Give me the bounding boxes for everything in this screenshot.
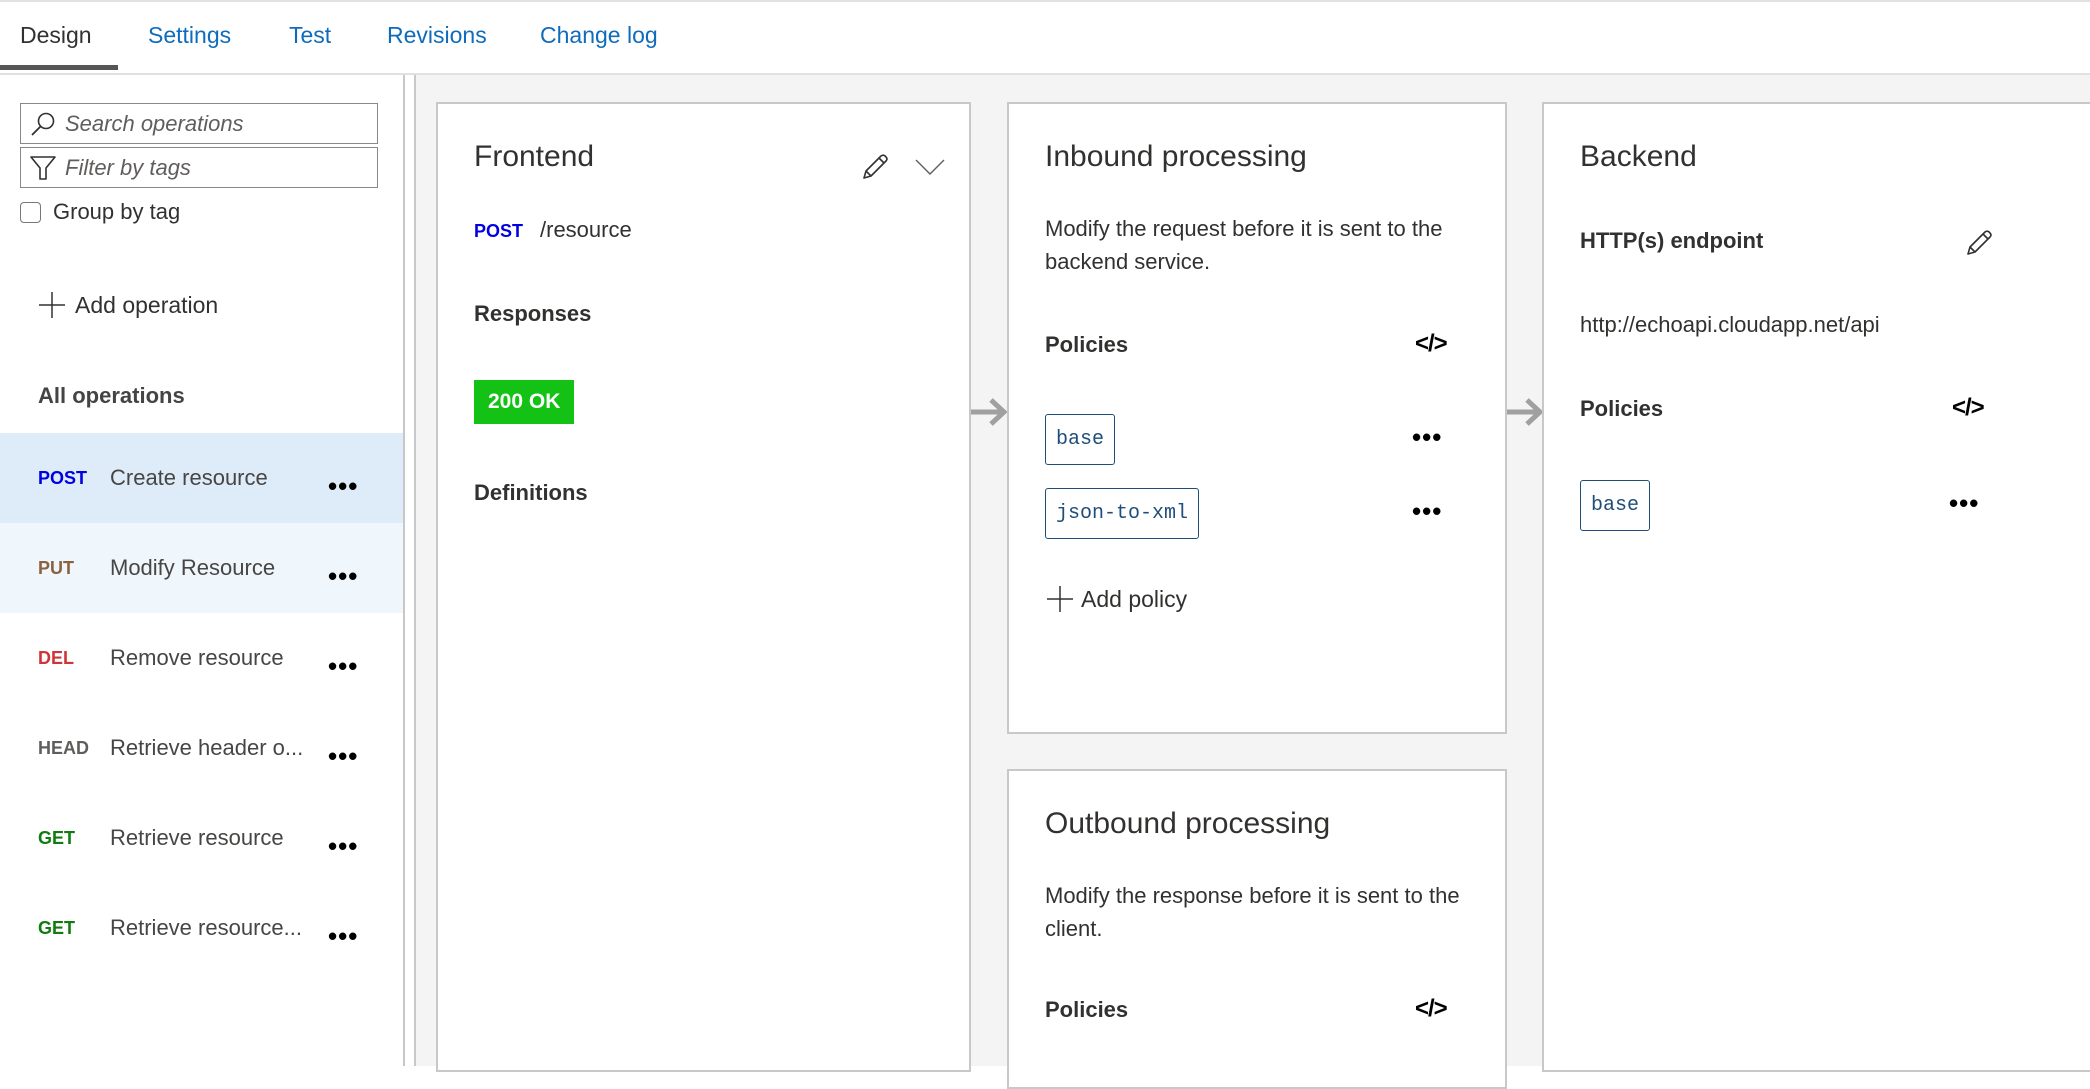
edit-pencil-icon[interactable] [1964, 228, 1994, 258]
method-badge: GET [38, 917, 76, 938]
outbound-description: Modify the response before it is sent to… [1045, 883, 1460, 941]
search-operations-field[interactable] [20, 103, 378, 144]
inbound-processing-panel: Inbound processing Modify the request be… [1007, 102, 1507, 734]
inbound-description: Modify the request before it is sent to … [1045, 216, 1443, 274]
backend-policies-heading: Policies [1580, 396, 1664, 421]
frontend-method: POST [474, 221, 524, 241]
more-options-icon[interactable]: ••• [328, 831, 358, 862]
operation-name: Remove resource [110, 645, 284, 670]
definitions-heading: Definitions [474, 480, 588, 505]
code-editor-icon[interactable]: </> [1952, 394, 1985, 422]
more-options-icon[interactable]: ••• [328, 471, 358, 502]
tab-test[interactable]: Test [289, 22, 331, 49]
frontend-panel: Frontend POST /resource Responses 200 OK… [436, 102, 971, 1072]
more-options-icon[interactable]: ••• [328, 561, 358, 592]
http-endpoint-heading: HTTP(s) endpoint [1580, 228, 1764, 253]
operation-name: Retrieve resource... [110, 915, 302, 940]
more-options-icon[interactable]: ••• [1412, 422, 1442, 453]
edit-pencil-icon[interactable] [860, 152, 890, 182]
operation-item[interactable]: PUT Modify Resource ••• [0, 523, 403, 613]
inbound-policies-heading: Policies [1045, 332, 1129, 357]
more-options-icon[interactable]: ••• [1412, 496, 1442, 527]
flow-arrow-icon [971, 398, 1008, 426]
code-editor-icon[interactable]: </> [1415, 330, 1448, 358]
response-200-badge[interactable]: 200 OK [474, 380, 575, 424]
operation-name: Retrieve resource [110, 825, 284, 850]
code-editor-icon[interactable]: </> [1415, 995, 1448, 1023]
chevron-down-icon[interactable] [914, 157, 946, 177]
method-badge: GET [38, 827, 76, 848]
search-icon [21, 111, 65, 137]
add-policy-button[interactable]: Add policy [1045, 584, 1187, 614]
search-operations-input[interactable] [65, 110, 365, 137]
tab-design[interactable]: Design [20, 22, 92, 49]
operation-name: Create resource [110, 465, 268, 490]
more-options-icon[interactable]: ••• [328, 651, 358, 682]
flow-arrow-icon [1507, 398, 1544, 426]
operation-item[interactable]: POST Create resource ••• [0, 433, 403, 523]
tab-change-log[interactable]: Change log [540, 22, 658, 49]
operation-item[interactable]: HEAD Retrieve header o... ••• [0, 703, 403, 793]
plus-icon [1047, 586, 1073, 612]
plus-icon [39, 292, 65, 318]
add-policy-label: Add policy [1081, 585, 1188, 612]
filter-by-tags-input[interactable] [65, 154, 365, 181]
more-options-icon[interactable]: ••• [328, 741, 358, 772]
add-operation-button[interactable]: Add operation [37, 290, 218, 320]
outbound-title: Outbound processing [1045, 807, 1331, 840]
policy-chip-base[interactable]: base [1045, 414, 1116, 465]
operation-item[interactable]: GET Retrieve resource ••• [0, 793, 403, 883]
operations-sidebar: Group by tag Add operation All operation… [0, 75, 405, 1066]
operation-name: Retrieve header o... [110, 735, 304, 760]
policy-chip-base[interactable]: base [1580, 480, 1651, 531]
backend-panel: Backend HTTP(s) endpoint http://echoapi.… [1542, 102, 2090, 1072]
method-badge: HEAD [38, 737, 90, 758]
operation-item[interactable]: GET Retrieve resource... ••• [0, 883, 403, 973]
backend-title: Backend [1580, 140, 1697, 173]
tab-bar: Design Settings Test Revisions Change lo… [0, 2, 2090, 75]
all-operations-heading[interactable]: All operations [38, 383, 185, 409]
inbound-title: Inbound processing [1045, 140, 1307, 173]
method-badge: PUT [38, 557, 74, 578]
policy-chip-json-to-xml[interactable]: json-to-xml [1045, 488, 1200, 539]
tab-revisions[interactable]: Revisions [387, 22, 487, 49]
more-options-icon[interactable]: ••• [1949, 488, 1979, 519]
group-by-tag-row[interactable]: Group by tag [20, 199, 180, 225]
backend-endpoint-url: http://echoapi.cloudapp.net/api [1580, 312, 1880, 337]
filter-icon [21, 154, 65, 182]
operation-name: Modify Resource [110, 555, 276, 580]
outbound-policies-heading: Policies [1045, 997, 1129, 1022]
frontend-path: /resource [540, 217, 632, 242]
active-tab-indicator [0, 65, 118, 70]
outbound-processing-panel: Outbound processing Modify the response … [1007, 769, 1507, 1089]
frontend-title: Frontend [474, 140, 595, 173]
group-by-tag-label: Group by tag [53, 199, 181, 224]
add-operation-label: Add operation [75, 291, 219, 318]
operation-item[interactable]: DEL Remove resource ••• [0, 613, 403, 703]
filter-by-tags-field[interactable] [20, 147, 378, 188]
tab-settings[interactable]: Settings [148, 22, 231, 49]
design-canvas: Frontend POST /resource Responses 200 OK… [414, 75, 2090, 1089]
method-badge: DEL [38, 647, 74, 668]
responses-heading: Responses [474, 301, 592, 326]
more-options-icon[interactable]: ••• [328, 921, 358, 952]
method-badge: POST [38, 467, 88, 488]
group-by-tag-checkbox[interactable] [20, 201, 41, 223]
operations-list: POST Create resource ••• PUT Modify Reso… [0, 433, 403, 973]
